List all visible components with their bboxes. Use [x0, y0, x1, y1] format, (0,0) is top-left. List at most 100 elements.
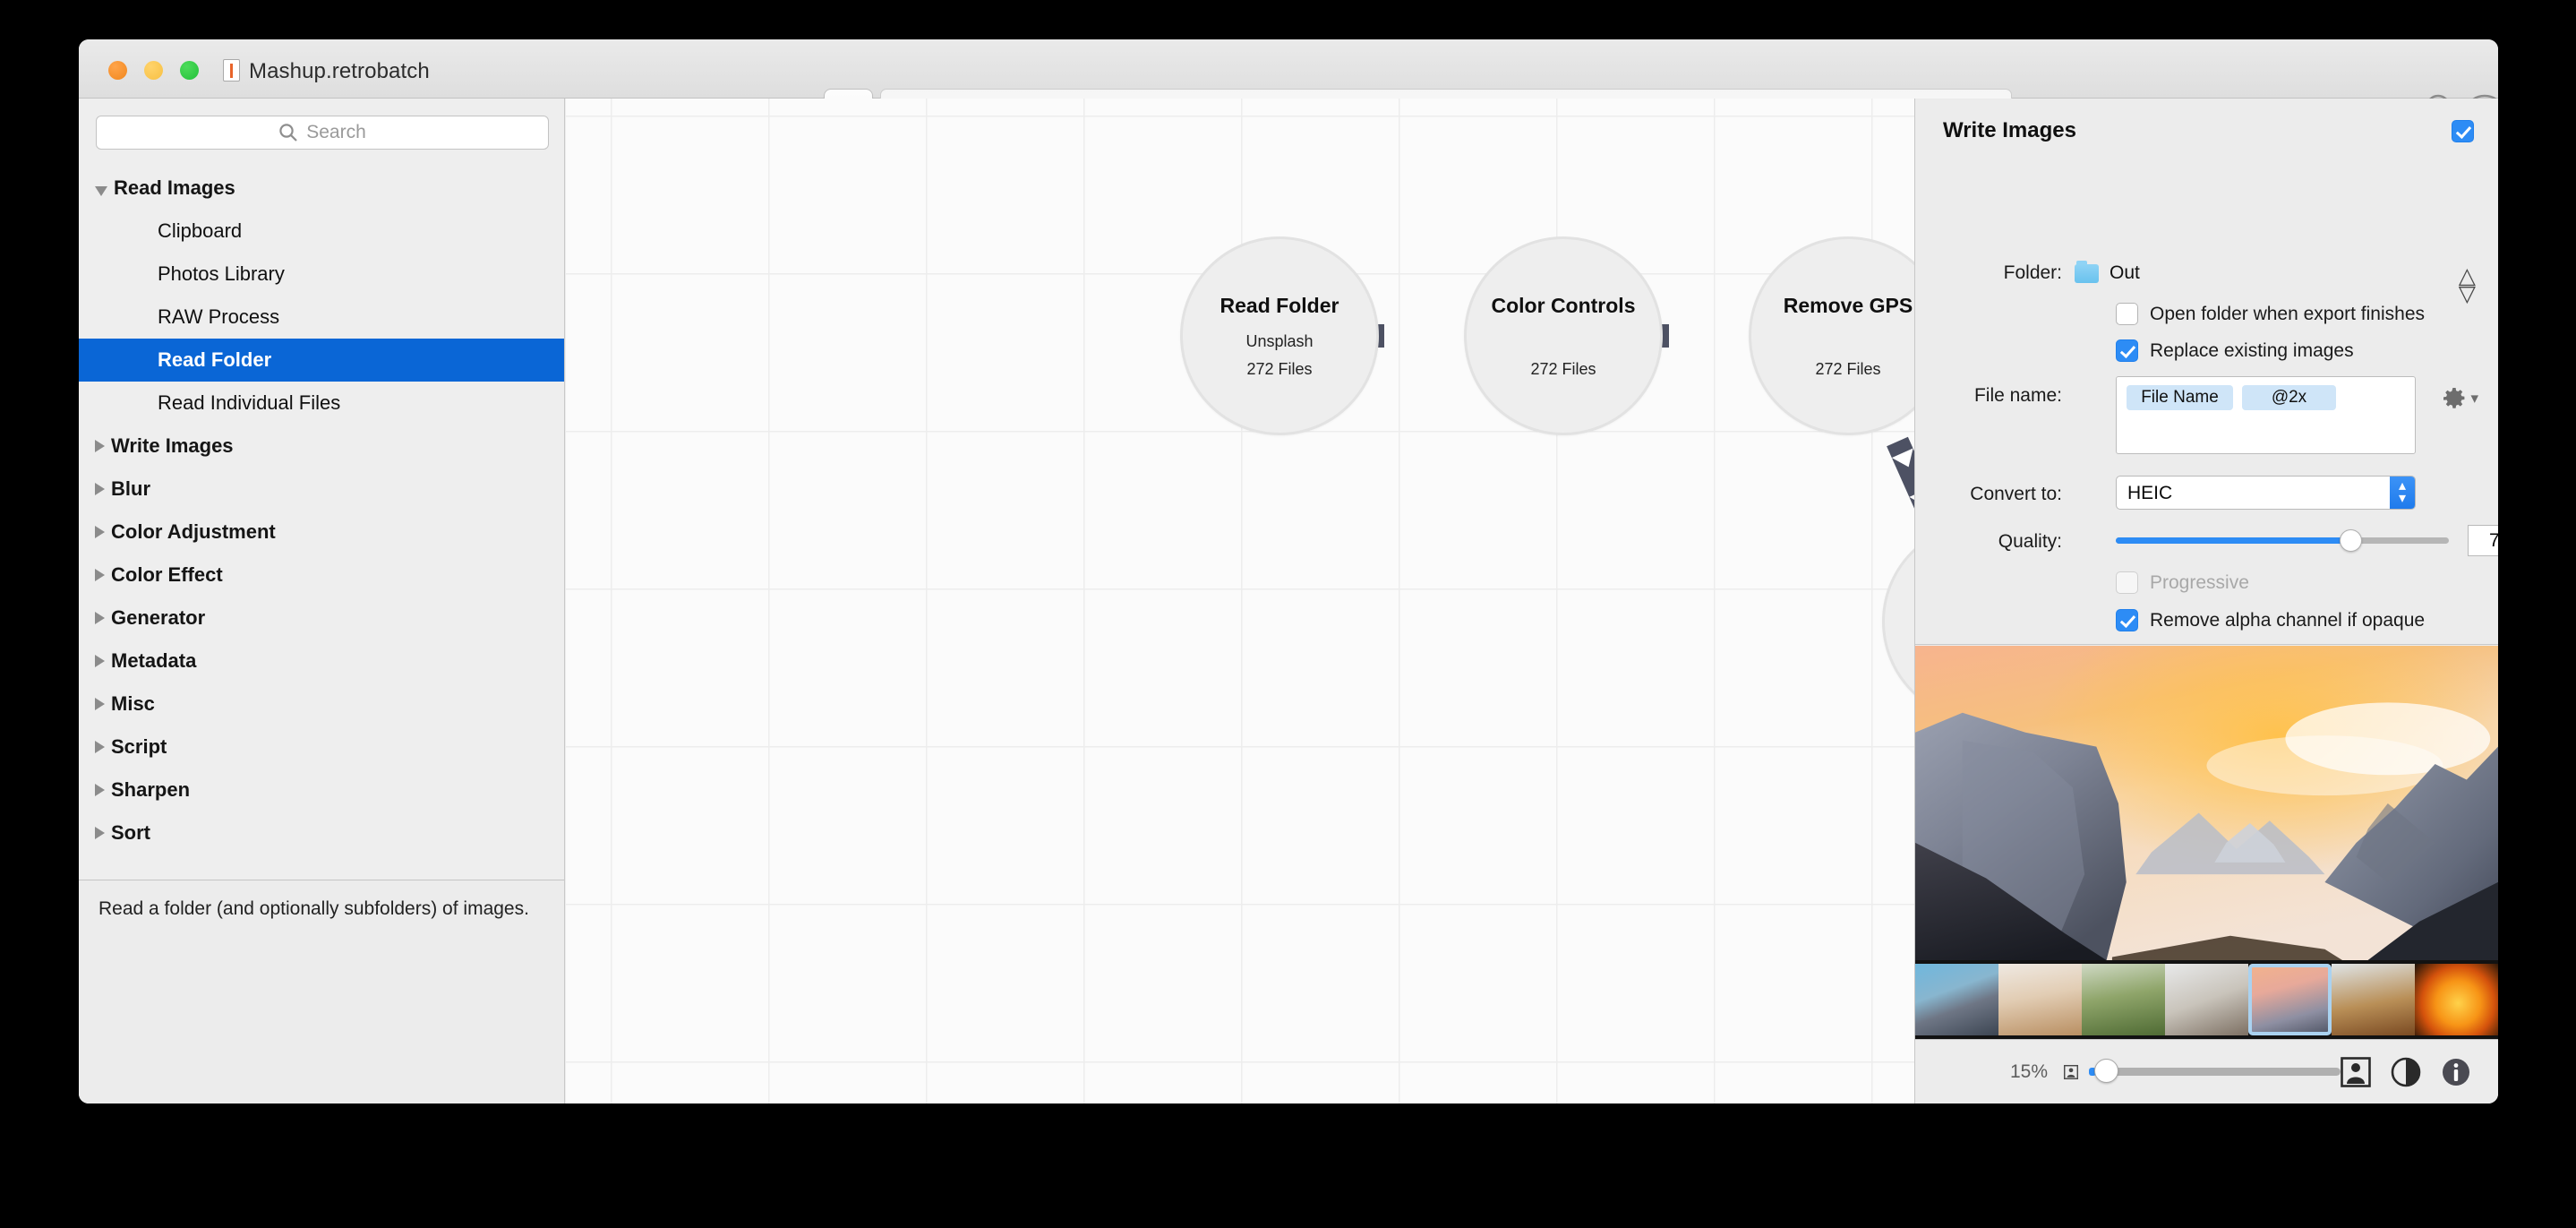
sidebar-group-label: Sort: [111, 821, 150, 845]
minimize-button[interactable]: [144, 61, 163, 80]
sidebar-group-label: Script: [111, 735, 167, 759]
thumbnail-item[interactable]: [2332, 964, 2415, 1035]
contrast-icon[interactable]: [2391, 1057, 2421, 1087]
sidebar-group-label: Blur: [111, 477, 150, 501]
search-input[interactable]: Search: [96, 116, 549, 150]
convert-to-value: HEIC: [2127, 483, 2172, 504]
remove-alpha-row[interactable]: Remove alpha channel if opaque: [2116, 609, 2425, 631]
zoom-slider-knob[interactable]: [2094, 1059, 2118, 1083]
chevron-right-icon: [95, 784, 105, 796]
sidebar-item-label: Photos Library: [158, 262, 285, 286]
chevron-right-icon: [95, 569, 105, 581]
node-file-count: 272 Files: [1530, 360, 1596, 379]
sidebar-group-label: Misc: [111, 692, 155, 716]
sidebar-item-label: RAW Process: [158, 305, 279, 329]
progressive-checkbox[interactable]: [2116, 571, 2138, 594]
quality-label: Quality:: [1943, 531, 2062, 553]
quality-value-field[interactable]: 74%: [2468, 525, 2498, 556]
quality-row: Quality:: [1943, 531, 2104, 553]
replace-existing-checkbox[interactable]: [2116, 339, 2138, 362]
zoom-slider[interactable]: [2092, 1068, 2341, 1076]
token-2x[interactable]: @2x: [2242, 385, 2336, 410]
folder-value[interactable]: Out: [2110, 262, 2140, 284]
node-library-tree: Read Images Clipboard Photos Library RAW…: [79, 167, 564, 854]
sidebar-group-color-adjustment[interactable]: Color Adjustment: [79, 511, 564, 554]
sidebar-group-read-images[interactable]: Read Images: [79, 167, 564, 210]
inspector-settings: Write Images Folder: Out △▽ Open folder …: [1915, 99, 2498, 645]
node-description: Read a folder (and optionally subfolders…: [79, 880, 564, 1103]
sidebar-group-script[interactable]: Script: [79, 726, 564, 769]
quality-slider-knob[interactable]: [2340, 529, 2362, 552]
node-color-controls[interactable]: Color Controls 272 Files: [1464, 236, 1663, 435]
progressive-row[interactable]: Progressive: [2116, 571, 2249, 594]
sidebar-item-clipboard[interactable]: Clipboard: [79, 210, 564, 253]
sidebar-group-sort[interactable]: Sort: [79, 812, 564, 854]
workflow-canvas[interactable]: Read Folder Unsplash 272 Files Color Con…: [566, 99, 1914, 1103]
sidebar-group-color-effect[interactable]: Color Effect: [79, 554, 564, 597]
image-preview[interactable]: [1915, 646, 2498, 1039]
chevron-right-icon: [95, 612, 105, 624]
chevron-right-icon: [95, 483, 105, 495]
node-file-count: 272 Files: [1246, 360, 1312, 379]
sidebar-item-label: Read Individual Files: [158, 391, 340, 415]
close-button[interactable]: [108, 61, 127, 80]
folder-stepper[interactable]: △▽: [2459, 267, 2476, 303]
inspector-title: Write Images: [1943, 118, 2076, 143]
convert-to-row: Convert to:: [1943, 484, 2104, 505]
gear-icon: [2443, 387, 2466, 410]
select-arrows-icon: ▴▾: [2390, 477, 2415, 509]
thumbnail-item[interactable]: [2415, 964, 2498, 1035]
zoom-button[interactable]: [180, 61, 199, 80]
quality-slider-fill: [2116, 537, 2352, 544]
folder-label: Folder:: [1943, 262, 2062, 284]
search-icon: [278, 123, 298, 142]
sidebar-group-generator[interactable]: Generator: [79, 597, 564, 640]
file-name-token-field[interactable]: File Name @2x: [2116, 376, 2416, 454]
thumbnail-strip[interactable]: [1915, 960, 2498, 1039]
large-image-icon[interactable]: [2341, 1057, 2371, 1087]
progressive-label: Progressive: [2150, 572, 2249, 594]
thumbnail-item[interactable]: [2165, 964, 2248, 1035]
sidebar-group-label: Color Effect: [111, 563, 223, 587]
file-name-row: File name:: [1943, 385, 2104, 407]
convert-to-select[interactable]: HEIC ▴▾: [2116, 476, 2416, 510]
sidebar-item-read-individual-files[interactable]: Read Individual Files: [79, 382, 564, 425]
node-title: Read Folder: [1220, 294, 1339, 318]
replace-existing-label: Replace existing images: [2150, 340, 2354, 362]
quality-slider[interactable]: [2116, 537, 2449, 544]
sidebar-group-label: Metadata: [111, 649, 196, 673]
open-folder-row[interactable]: Open folder when export finishes: [2116, 303, 2425, 325]
sidebar-item-read-folder[interactable]: Read Folder: [79, 339, 564, 382]
chevron-right-icon: [95, 526, 105, 538]
sidebar: Search Read Images Clipboard Photos Libr…: [79, 99, 565, 1103]
preview-statusbar: 15%: [1915, 1039, 2498, 1103]
chevron-right-icon: [95, 655, 105, 667]
sidebar-item-photos-library[interactable]: Photos Library: [79, 253, 564, 296]
info-icon[interactable]: [2441, 1057, 2471, 1087]
sidebar-group-label: Write Images: [111, 434, 234, 458]
thumbnail-item[interactable]: [1915, 964, 1998, 1035]
remove-alpha-checkbox[interactable]: [2116, 609, 2138, 631]
node-read-folder[interactable]: Read Folder Unsplash 272 Files: [1180, 236, 1379, 435]
thumbnail-item[interactable]: [1998, 964, 2082, 1035]
replace-existing-row[interactable]: Replace existing images: [2116, 339, 2354, 362]
sidebar-group-metadata[interactable]: Metadata: [79, 640, 564, 683]
token-file-name[interactable]: File Name: [2127, 385, 2233, 410]
open-folder-checkbox[interactable]: [2116, 303, 2138, 325]
small-image-icon[interactable]: [2064, 1062, 2078, 1082]
open-folder-label: Open folder when export finishes: [2150, 304, 2425, 325]
node-enabled-checkbox[interactable]: [2452, 120, 2474, 142]
sidebar-item-raw-process[interactable]: RAW Process: [79, 296, 564, 339]
node-title: Remove GPS: [1784, 294, 1913, 318]
sidebar-group-misc[interactable]: Misc: [79, 683, 564, 726]
sidebar-group-sharpen[interactable]: Sharpen: [79, 769, 564, 812]
inspector-panel: Write Images Folder: Out △▽ Open folder …: [1914, 99, 2498, 1103]
sidebar-group-write-images[interactable]: Write Images: [79, 425, 564, 468]
chevron-right-icon: [95, 698, 105, 710]
thumbnail-item[interactable]: [2082, 964, 2165, 1035]
thumbnail-item-selected[interactable]: [2248, 964, 2332, 1035]
sidebar-group-blur[interactable]: Blur: [79, 468, 564, 511]
sidebar-group-label: Sharpen: [111, 778, 190, 802]
sidebar-item-label: Clipboard: [158, 219, 242, 243]
file-name-options-menu[interactable]: ▾: [2443, 387, 2478, 410]
